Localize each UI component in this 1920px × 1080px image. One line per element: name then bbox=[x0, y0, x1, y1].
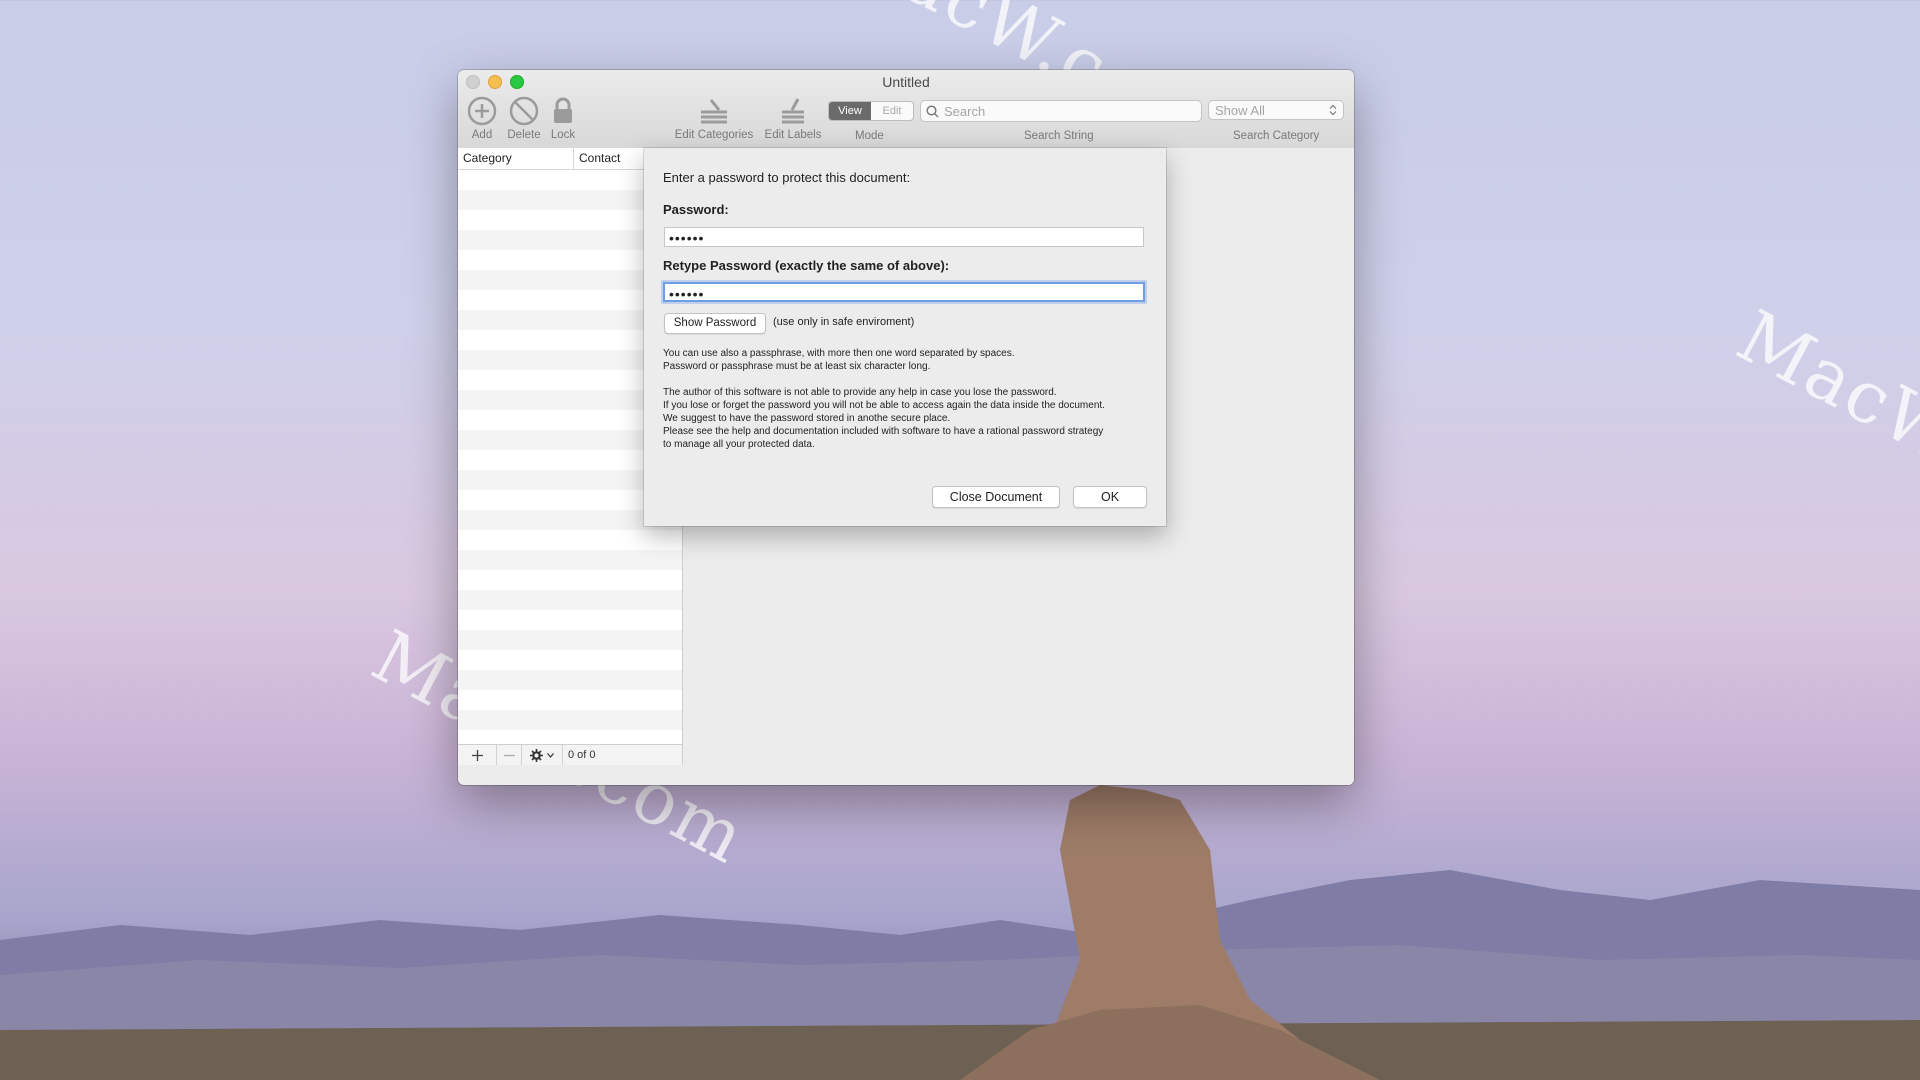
list-row bbox=[458, 670, 682, 690]
dialog-prompt: Enter a password to protect this documen… bbox=[663, 170, 911, 185]
delete-label: Delete bbox=[507, 129, 541, 141]
edit-categories-label: Edit Categories bbox=[674, 129, 754, 141]
search-category-select[interactable]: Show All bbox=[1208, 100, 1344, 120]
list-row bbox=[458, 690, 682, 710]
edit-labels-button[interactable]: Edit Labels bbox=[761, 94, 825, 141]
list-row bbox=[458, 550, 682, 570]
retype-password-field[interactable]: •••••• bbox=[663, 282, 1145, 302]
window-title: Untitled bbox=[882, 74, 930, 90]
up-down-chevron-icon bbox=[1329, 104, 1337, 116]
add-row-button[interactable] bbox=[458, 745, 497, 765]
add-button[interactable]: Add bbox=[464, 94, 500, 141]
author-disclaimer: The author of this software is not able … bbox=[663, 387, 1105, 450]
mode-segmented-control[interactable]: View Edit bbox=[828, 101, 914, 121]
list-row bbox=[458, 590, 682, 610]
search-placeholder: Search bbox=[944, 103, 986, 119]
safe-environment-note: (use only in safe enviroment) bbox=[773, 316, 915, 328]
list-row bbox=[458, 630, 682, 650]
ok-button[interactable]: OK bbox=[1073, 486, 1147, 508]
toolbar: Untitled Add Delete Lock Edit Categories bbox=[458, 70, 1354, 149]
password-label: Password: bbox=[663, 202, 729, 217]
show-password-button[interactable]: Show Password bbox=[664, 313, 766, 334]
edit-categories-icon bbox=[672, 94, 756, 128]
prohibited-icon bbox=[504, 94, 544, 128]
mode-view-button[interactable]: View bbox=[829, 102, 871, 120]
mode-caption: Mode bbox=[855, 130, 884, 142]
gear-icon bbox=[530, 748, 543, 762]
lock-label: Lock bbox=[550, 129, 576, 141]
lock-button[interactable]: Lock bbox=[548, 94, 578, 141]
edit-labels-icon bbox=[761, 94, 825, 128]
plus-icon bbox=[471, 749, 483, 761]
search-caption: Search String bbox=[1024, 130, 1094, 142]
search-category-caption: Search Category bbox=[1233, 130, 1320, 142]
add-label: Add bbox=[471, 129, 493, 141]
minus-icon bbox=[503, 750, 515, 761]
list-row bbox=[458, 710, 682, 730]
password-field[interactable]: •••••• bbox=[664, 227, 1144, 247]
action-menu-button[interactable] bbox=[522, 745, 563, 765]
list-row bbox=[458, 570, 682, 590]
list-row bbox=[458, 650, 682, 670]
delete-button[interactable]: Delete bbox=[504, 94, 544, 141]
retype-password-label: Retype Password (exactly the same of abo… bbox=[663, 258, 950, 273]
passphrase-info: You can use also a passphrase, with more… bbox=[663, 348, 1015, 372]
remove-row-button[interactable] bbox=[497, 745, 522, 765]
add-circle-icon bbox=[464, 94, 500, 128]
password-dialog: Enter a password to protect this documen… bbox=[644, 148, 1166, 526]
list-bottom-bar: 0 of 0 bbox=[458, 744, 682, 765]
list-row bbox=[458, 530, 682, 550]
edit-categories-button[interactable]: Edit Categories bbox=[672, 94, 756, 141]
record-count: 0 of 0 bbox=[568, 749, 596, 761]
edit-labels-label: Edit Labels bbox=[764, 129, 822, 141]
close-document-button[interactable]: Close Document bbox=[932, 486, 1060, 508]
search-input[interactable]: Search bbox=[920, 100, 1202, 122]
lock-icon bbox=[548, 94, 578, 128]
list-row bbox=[458, 610, 682, 630]
search-icon bbox=[926, 104, 939, 118]
mode-edit-button[interactable]: Edit bbox=[871, 102, 913, 120]
search-category-value: Show All bbox=[1215, 102, 1265, 118]
column-header-category[interactable]: Category bbox=[458, 148, 574, 169]
chevron-down-icon bbox=[547, 752, 554, 758]
